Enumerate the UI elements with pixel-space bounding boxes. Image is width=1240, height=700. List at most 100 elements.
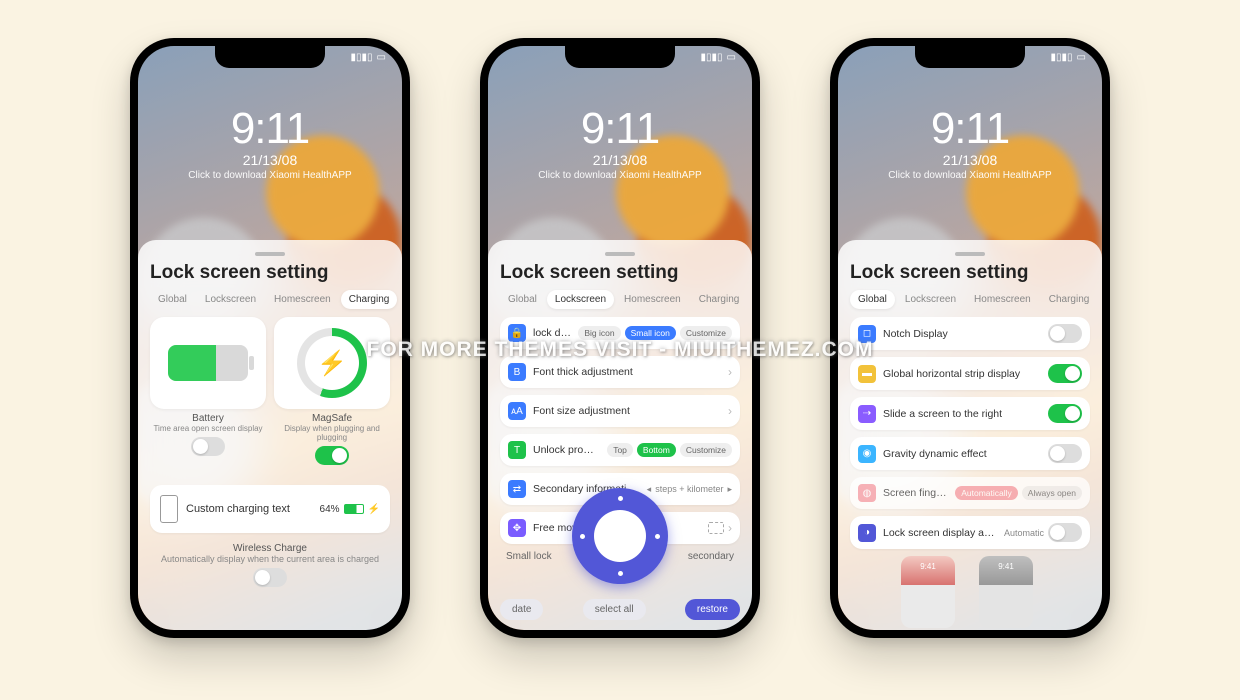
- pct: 64%: [320, 504, 340, 515]
- lock-clock: 9:11 21/13/08 Click to download Xiaomi H…: [488, 104, 752, 181]
- horizontal-toggle[interactable]: [1048, 364, 1082, 383]
- row-notch[interactable]: ◻ Notch Display: [850, 317, 1090, 350]
- wireless-sub: Automatically display when the current a…: [150, 554, 390, 564]
- wireless-toggle[interactable]: [253, 568, 287, 587]
- clock-date: 21/13/08: [838, 152, 1102, 168]
- row-horizontal[interactable]: ▬ Global horizontal strip display: [850, 357, 1090, 390]
- handle-small-lock[interactable]: Small lock: [506, 551, 552, 562]
- row-fingerprint[interactable]: ◍ Screen fingerprint Automatically Alway…: [850, 477, 1090, 509]
- area-select-icon[interactable]: [708, 522, 724, 534]
- text-icon: T: [508, 441, 526, 459]
- row-font-size[interactable]: ᴀA Font size adjustment ›: [500, 395, 740, 427]
- signal-icon: ▮▯▮▯: [1051, 52, 1073, 63]
- notch: [565, 46, 675, 68]
- signal-icon: ▮▯▮▯: [701, 52, 723, 63]
- slide-label: Slide a screen to the right: [883, 408, 1041, 420]
- row-gravity[interactable]: ◉ Gravity dynamic effect: [850, 437, 1090, 470]
- appearance-toggle[interactable]: [1048, 523, 1082, 542]
- tab-lockscreen[interactable]: Lockscreen: [197, 290, 264, 309]
- magsafe-ring-icon: ⚡: [297, 328, 367, 398]
- battery-sub: Time area open screen display: [150, 424, 266, 433]
- fingerprint-label: Screen fingerprint: [883, 487, 948, 499]
- clock-sub[interactable]: Click to download Xiaomi HealthAPP: [838, 170, 1102, 181]
- restore-button[interactable]: restore: [685, 599, 740, 620]
- lock-clock: 9:11 21/13/08 Click to download Xiaomi H…: [138, 104, 402, 181]
- battery-card[interactable]: [150, 317, 266, 409]
- tab-global[interactable]: Global: [150, 290, 195, 309]
- bolt-icon: ⚡: [368, 504, 380, 515]
- tab-charging[interactable]: Charging: [341, 290, 398, 309]
- joystick-wheel[interactable]: [572, 488, 668, 584]
- pill-fp-always[interactable]: Always open: [1022, 486, 1082, 500]
- magsafe-toggle[interactable]: [315, 446, 349, 465]
- gravity-icon: ◉: [858, 445, 876, 463]
- fingerprint-icon: ◍: [858, 484, 876, 502]
- settings-sheet: Lock screen setting Global Lockscreen Ho…: [488, 240, 752, 630]
- appearance-light[interactable]: 9:41 Light: [901, 556, 961, 630]
- handle-secondary[interactable]: secondary: [688, 551, 734, 562]
- clock-date: 21/13/08: [138, 152, 402, 168]
- font-size-label: Font size adjustment: [533, 405, 721, 417]
- tab-lockscreen[interactable]: Lockscreen: [547, 290, 614, 309]
- notch-label: Notch Display: [883, 328, 1041, 340]
- row-slide[interactable]: ⇢ Slide a screen to the right: [850, 397, 1090, 430]
- thumb-time: 9:41: [901, 562, 955, 571]
- notch-toggle[interactable]: [1048, 324, 1082, 343]
- slide-icon: ⇢: [858, 405, 876, 423]
- pill-bottom[interactable]: Bottom: [637, 443, 676, 457]
- appearance-label: Lock screen display appearance: [883, 527, 997, 539]
- tab-lockscreen[interactable]: Lockscreen: [897, 290, 964, 309]
- tab-homescreen[interactable]: Homescreen: [266, 290, 339, 309]
- strip-icon: ▬: [858, 365, 876, 383]
- clock-sub[interactable]: Click to download Xiaomi HealthAPP: [488, 170, 752, 181]
- battery-icon: ▭: [1077, 52, 1086, 63]
- gravity-label: Gravity dynamic effect: [883, 448, 1041, 460]
- sheet-title: Lock screen setting: [500, 262, 740, 284]
- clock-sub[interactable]: Click to download Xiaomi HealthAPP: [138, 170, 402, 181]
- battery-toggle[interactable]: [191, 437, 225, 456]
- pill-fp-auto[interactable]: Automatically: [955, 486, 1018, 500]
- tab-homescreen[interactable]: Homescreen: [616, 290, 689, 309]
- custom-charging-row[interactable]: Custom charging text 64% ⚡: [150, 485, 390, 533]
- horizontal-label: Global horizontal strip display: [883, 368, 1041, 380]
- grabber[interactable]: [255, 252, 285, 256]
- appearance-dark[interactable]: 9:41 Dark: [979, 556, 1039, 630]
- pill-top[interactable]: Top: [607, 443, 633, 457]
- settings-sheet: Lock screen setting Global Lockscreen Ho…: [838, 240, 1102, 630]
- wireless-label: Wireless Charge: [150, 543, 390, 554]
- slide-toggle[interactable]: [1048, 404, 1082, 423]
- triangle-right-icon[interactable]: ▸: [727, 484, 732, 495]
- grabber[interactable]: [605, 252, 635, 256]
- custom-charging-label: Custom charging text: [186, 503, 290, 515]
- select-all-button[interactable]: select all: [583, 599, 646, 620]
- tab-global[interactable]: Global: [850, 290, 895, 309]
- thumb-time: 9:41: [979, 562, 1033, 571]
- magsafe-sub: Display when plugging and plugging: [274, 424, 390, 442]
- clock-date: 21/13/08: [488, 152, 752, 168]
- lock-clock: 9:11 21/13/08 Click to download Xiaomi H…: [838, 104, 1102, 181]
- tab-homescreen[interactable]: Homescreen: [966, 290, 1039, 309]
- magsafe-label: MagSafe: [274, 413, 390, 424]
- battery-icon: ▭: [377, 52, 386, 63]
- battery-label: Battery: [150, 413, 266, 424]
- pill-customize2[interactable]: Customize: [680, 443, 732, 457]
- clock-time: 9:11: [838, 104, 1102, 154]
- settings-sheet: Lock screen setting Global Lockscreen Ho…: [138, 240, 402, 630]
- date-button[interactable]: date: [500, 599, 543, 620]
- tabs: Global Lockscreen Homescreen Charging: [850, 290, 1090, 309]
- battery-icon: [168, 345, 248, 381]
- grabber[interactable]: [955, 252, 985, 256]
- clock-time: 9:11: [488, 104, 752, 154]
- appearance-icon: ◑: [858, 524, 876, 542]
- unlock-prompt-label: Unlock prompt text: [533, 444, 600, 456]
- tab-charging[interactable]: Charging: [691, 290, 748, 309]
- row-appearance[interactable]: ◑ Lock screen display appearance Automat…: [850, 516, 1090, 549]
- bolt-icon: ⚡: [317, 349, 347, 378]
- tab-global[interactable]: Global: [500, 290, 545, 309]
- font-thick-label: Font thick adjustment: [533, 366, 721, 378]
- tab-charging[interactable]: Charging: [1041, 290, 1098, 309]
- chevron-right-icon: ›: [728, 404, 732, 418]
- row-unlock-prompt[interactable]: T Unlock prompt text Top Bottom Customiz…: [500, 434, 740, 466]
- magsafe-card[interactable]: ⚡: [274, 317, 390, 409]
- gravity-toggle[interactable]: [1048, 444, 1082, 463]
